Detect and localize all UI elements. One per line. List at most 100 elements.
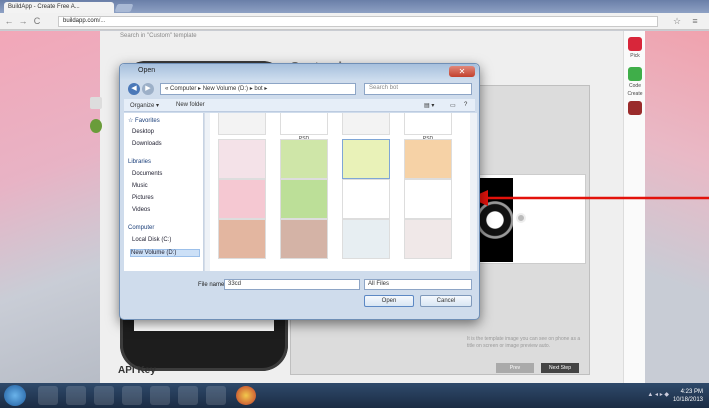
dialog-back-icon[interactable]: ◀	[128, 83, 140, 95]
open-button[interactable]: Open	[364, 295, 414, 307]
file-thumbnail-image	[218, 139, 266, 179]
nav-item[interactable]: New Volume (D:)	[130, 249, 200, 257]
description-text: It is the template image you can see on …	[467, 336, 581, 349]
right-sidebar: Pick Code Create	[623, 31, 645, 383]
clock[interactable]: 4:23 PM 10/18/2013	[673, 388, 703, 404]
dialog-forward-icon[interactable]: ▶	[142, 83, 154, 95]
nav-item[interactable]: Videos	[132, 207, 150, 213]
close-icon[interactable]: ✕	[449, 66, 475, 77]
left-background	[0, 31, 100, 383]
left-tool-icons	[90, 97, 102, 133]
browser-tab-bar: BuildApp - Create Free A...	[0, 0, 709, 13]
taskbar-app-icon[interactable]	[206, 386, 226, 405]
nav-item[interactable]: Computer	[128, 225, 154, 231]
new-folder-button[interactable]: New folder	[176, 102, 205, 108]
prev-button[interactable]: Prev	[496, 363, 534, 373]
dialog-title: Open	[120, 64, 479, 80]
dialog-navigation-pane: ☆ Favorites Desktop Downloads Libraries Docu…	[124, 113, 204, 271]
dialog-file-list: PSDPSD5_1_113f433cd485ed3k4g3485cd121251…	[210, 113, 470, 271]
code-icon[interactable]	[628, 67, 642, 81]
cancel-button[interactable]: Cancel	[420, 295, 472, 307]
dialog-search-input[interactable]: Search bot	[364, 83, 472, 95]
taskbar-app-icon[interactable]	[38, 386, 58, 405]
next-step-button[interactable]: Next Step	[541, 363, 579, 373]
nav-item[interactable]: Local Disk (C:)	[132, 237, 171, 243]
file-open-dialog: Open ✕ ◀ ▶ « Computer ▸ New Volume (D:) …	[119, 63, 480, 320]
clock-time: 4:23 PM	[680, 389, 703, 395]
document-icon[interactable]	[90, 97, 102, 109]
taskbar-app-icon[interactable]	[122, 386, 142, 405]
browser-tab[interactable]: BuildApp - Create Free A...	[4, 2, 114, 13]
nav-item[interactable]: ☆ Favorites	[128, 117, 160, 124]
dialog-command-bar: Organize ▾ New folder ▤ ▾ ▭ ?	[124, 99, 475, 112]
file-name-label: File name:	[198, 282, 227, 288]
file-thumbnail-image	[280, 113, 328, 135]
new-tab-button[interactable]	[114, 4, 134, 12]
file-thumbnail[interactable]	[280, 219, 328, 260]
nav-item[interactable]: Pictures	[132, 195, 154, 201]
system-tray[interactable]: ▲ ◂ ▸ ◆	[647, 391, 669, 398]
address-bar[interactable]: buildapp.com/...	[58, 16, 658, 27]
right-sidebar-label-pick: Pick	[630, 53, 640, 59]
image-preview-box[interactable]	[466, 174, 586, 264]
start-button[interactable]	[4, 385, 26, 406]
android-icon[interactable]	[90, 119, 102, 133]
view-options-icon[interactable]: ▤ ▾	[424, 102, 434, 109]
file-thumbnail[interactable]	[342, 113, 390, 136]
back-icon[interactable]: ←	[4, 16, 14, 26]
nav-item[interactable]: Documents	[132, 171, 162, 177]
file-thumbnail-image	[280, 219, 328, 259]
clock-date: 10/18/2013	[672, 397, 703, 403]
file-list-scrollbar[interactable]	[470, 113, 477, 271]
bookmark-star-icon[interactable]: ☆	[672, 16, 682, 26]
file-thumbnail[interactable]	[218, 113, 266, 136]
nav-item[interactable]: Desktop	[132, 129, 154, 135]
file-thumbnail-image	[218, 113, 266, 135]
file-thumbnail-image	[218, 179, 266, 219]
file-thumbnail-image	[404, 139, 452, 179]
file-thumbnail-image	[218, 219, 266, 259]
file-thumbnail-image	[342, 139, 390, 179]
remove-image-icon[interactable]	[516, 213, 526, 223]
taskbar-app-icon[interactable]	[178, 386, 198, 405]
red-arrow-annotation	[470, 190, 709, 206]
right-sidebar-label-create: Create	[627, 91, 643, 97]
reload-icon[interactable]: C	[32, 16, 42, 26]
url-path: /...	[98, 18, 106, 24]
file-thumbnail-image	[342, 219, 390, 259]
file-thumbnail[interactable]: PSD	[404, 113, 452, 142]
file-thumbnail-image	[280, 139, 328, 179]
nav-item[interactable]: Music	[132, 183, 148, 189]
file-thumbnail[interactable]: PSD	[280, 113, 328, 142]
help-icon[interactable]: ?	[464, 102, 467, 108]
browser-toolbar: ← → C buildapp.com/... ☆ ≡	[0, 13, 709, 30]
nav-item[interactable]: Downloads	[132, 141, 162, 147]
file-type-select[interactable]: All Files	[364, 279, 472, 290]
right-sidebar-label-code: Code	[629, 83, 641, 89]
taskbar-app-icon[interactable]	[94, 386, 114, 405]
menu-icon[interactable]: ≡	[690, 16, 700, 26]
taskbar-app-icon[interactable]	[150, 386, 170, 405]
file-thumbnail[interactable]	[218, 219, 266, 260]
taskbar-app-icon[interactable]	[66, 386, 86, 405]
file-thumbnail[interactable]	[404, 219, 452, 260]
create-icon[interactable]	[628, 101, 642, 115]
file-thumbnail-image	[404, 219, 452, 259]
file-thumbnail-image	[342, 179, 390, 219]
page-header-text: Search in "Custom" template	[120, 33, 197, 39]
preview-pane-icon[interactable]: ▭	[450, 102, 456, 109]
chrome-taskbar-icon[interactable]	[236, 386, 256, 405]
api-key-heading: API Key	[118, 365, 156, 376]
forward-icon[interactable]: →	[18, 16, 28, 26]
file-name-input[interactable]: 33cd	[224, 279, 360, 290]
nav-item[interactable]: Libraries	[128, 159, 151, 165]
file-thumbnail-image	[404, 113, 452, 135]
file-thumbnail-image	[404, 179, 452, 219]
file-thumbnail-image	[280, 179, 328, 219]
organize-menu[interactable]: Organize ▾	[130, 102, 159, 109]
pick-icon[interactable]	[628, 37, 642, 51]
windows-taskbar: ▲ ◂ ▸ ◆ 4:23 PM 10/18/2013	[0, 383, 709, 408]
url-host: buildapp.com	[63, 18, 99, 24]
file-thumbnail[interactable]	[342, 219, 390, 260]
dialog-path-bar[interactable]: « Computer ▸ New Volume (D:) ▸ bot ▸	[160, 83, 356, 95]
